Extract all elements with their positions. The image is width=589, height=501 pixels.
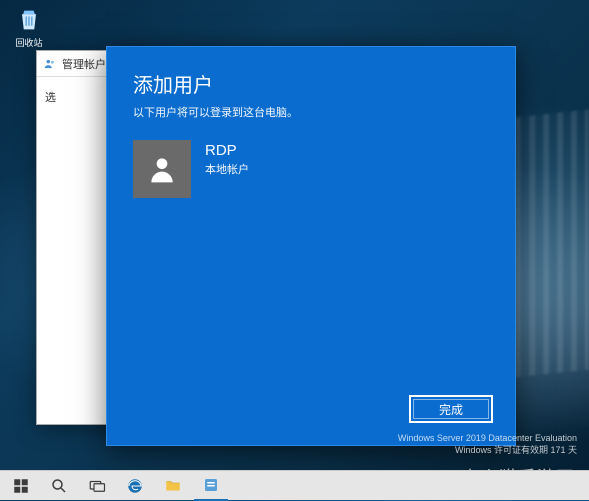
build-line1: Windows Server 2019 Datacenter Evaluatio…: [398, 432, 577, 444]
folder-icon: [164, 477, 182, 495]
build-info: Windows Server 2019 Datacenter Evaluatio…: [398, 432, 577, 456]
user-name: RDP: [205, 142, 249, 159]
user-info: RDP 本地帐户: [205, 140, 249, 177]
edge-icon: [126, 477, 144, 495]
windows-icon: [12, 477, 30, 495]
taskbar-edge[interactable]: [118, 471, 152, 501]
recycle-bin-icon: [15, 6, 43, 34]
dialog-title: 添加用户: [133, 69, 489, 98]
user-account-type: 本地帐户: [205, 161, 249, 177]
search-icon: [50, 477, 68, 495]
taskbar-file-explorer[interactable]: [156, 471, 190, 501]
dialog-subtitle: 以下用户将可以登录到这台电脑。: [133, 104, 489, 120]
background-window-title: 管理帐户: [62, 56, 106, 72]
avatar: [133, 140, 191, 198]
user-row: RDP 本地帐户: [133, 140, 489, 198]
taskbar: [0, 470, 589, 500]
settings-app-icon: [202, 476, 220, 494]
recycle-bin[interactable]: 回收站: [8, 6, 50, 49]
users-icon: [43, 57, 57, 71]
finish-button[interactable]: 完成: [409, 395, 493, 423]
dialog-content: 添加用户 以下用户将可以登录到这台电脑。 RDP 本地帐户: [107, 47, 515, 395]
taskbar-active-app[interactable]: [194, 471, 228, 501]
build-line2: Windows 许可证有效期 171 天: [398, 444, 577, 456]
add-user-dialog: 添加用户 以下用户将可以登录到这台电脑。 RDP 本地帐户 完成: [106, 46, 516, 446]
taskview-icon: [88, 477, 106, 495]
person-icon: [146, 153, 178, 185]
recycle-bin-label: 回收站: [8, 36, 50, 49]
start-button[interactable]: [4, 471, 38, 501]
background-window-prompt: 选: [45, 92, 56, 104]
taskbar-taskview[interactable]: [80, 471, 114, 501]
taskbar-search[interactable]: [42, 471, 76, 501]
finish-button-label: 完成: [439, 401, 463, 418]
